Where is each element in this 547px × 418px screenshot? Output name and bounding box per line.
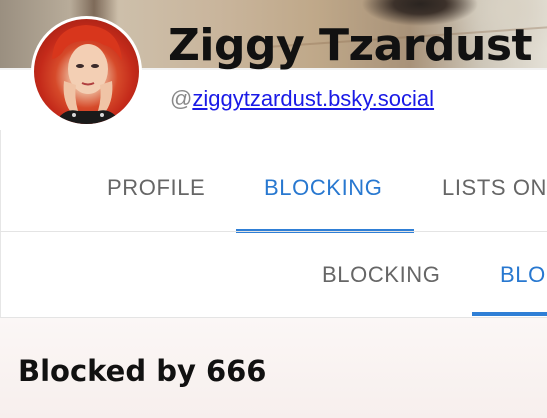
blocking-subtabs: BLOCKING BLO: [0, 232, 547, 317]
tab-blocking[interactable]: BLOCKING: [264, 175, 383, 201]
subtab-blocked-by[interactable]: BLO: [500, 262, 546, 288]
profile-handle: @ziggytzardust.bsky.social: [170, 86, 434, 112]
active-subtab-indicator: [472, 312, 547, 316]
tab-lists-on[interactable]: LISTS ON: [442, 175, 547, 201]
avatar[interactable]: [31, 16, 142, 127]
display-name: Ziggy Tzardust: [168, 20, 533, 71]
blocked-by-panel: Blocked by 666: [0, 318, 547, 418]
subtab-blocking[interactable]: BLOCKING: [322, 262, 441, 288]
avatar-portrait: [52, 25, 122, 124]
profile-tabs: PROFILE BLOCKING LISTS ON: [0, 140, 547, 233]
tab-profile[interactable]: PROFILE: [107, 175, 205, 201]
handle-link[interactable]: ziggytzardust.bsky.social: [192, 86, 434, 111]
handle-prefix: @: [170, 86, 193, 111]
section-title: Blocked by 666: [18, 354, 267, 388]
